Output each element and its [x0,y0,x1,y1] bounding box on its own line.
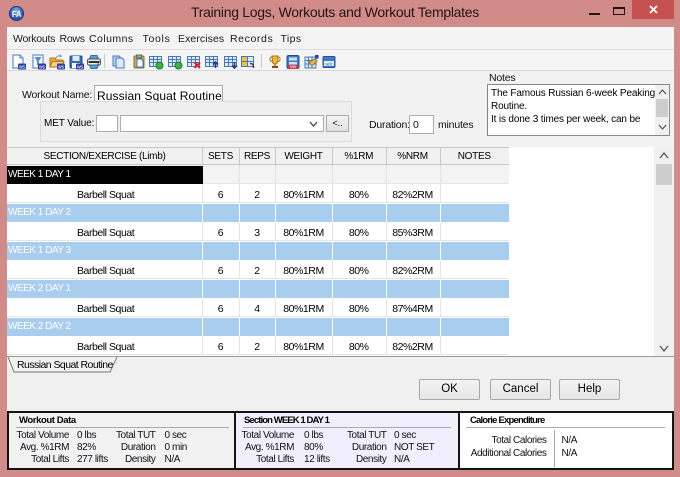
svg-text:ws: ws [38,64,45,70]
svg-text:MIN: MIN [289,65,296,69]
svg-text:ws: ws [77,64,84,70]
svg-text:ws: ws [19,64,26,70]
svg-text:ws: ws [58,64,65,70]
svg-text:wdc: wdc [325,61,332,66]
